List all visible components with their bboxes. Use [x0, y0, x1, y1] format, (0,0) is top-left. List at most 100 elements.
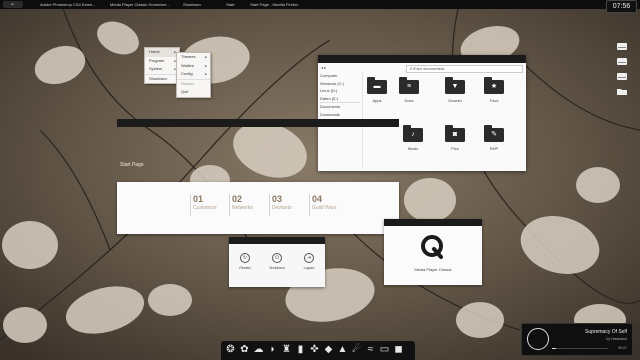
dock-app-icon[interactable]: ◼ — [393, 344, 404, 355]
tile-number: 02 — [232, 194, 243, 204]
explorer-sidebar: Computer Windows (C:) Linux (D:) Daten (… — [320, 72, 360, 118]
desktop-drive-icon[interactable] — [616, 38, 628, 50]
window-titlebar[interactable] — [318, 55, 526, 63]
dock-app-icon[interactable]: ≈ — [365, 344, 376, 355]
task-firefox[interactable]: Start Page - Mozilla Firefox — [250, 1, 320, 8]
sidebar-item-daten[interactable]: Daten (E:) — [320, 95, 360, 103]
menu-item-shutdown[interactable]: Shutdown — [145, 73, 179, 84]
task-start[interactable]: Start — [226, 1, 246, 8]
menu-item-program[interactable]: Program▸ — [145, 57, 179, 66]
tile-label: Deviants — [272, 205, 292, 211]
sidebar-item-windows[interactable]: Windows (C:) — [320, 80, 360, 88]
menu-item-reload[interactable]: Reload — [177, 78, 210, 89]
menu-item-home[interactable]: Home▸ — [145, 48, 179, 57]
tile-networks[interactable]: 02 Networks — [229, 194, 253, 216]
logout-icon: ⇥ — [304, 253, 314, 263]
progress-bar[interactable] — [552, 348, 608, 349]
window-titlebar[interactable] — [229, 237, 325, 244]
sidebar-item-downloads[interactable]: Downloads — [320, 111, 360, 119]
folder-label: Pics — [451, 146, 459, 151]
shutdown-button[interactable]: ⏻ Shutdown — [265, 253, 289, 270]
sidebar-item-linux[interactable]: Linux (D:) — [320, 87, 360, 95]
folder-label: Docs — [404, 98, 414, 103]
folder-icon: ≡ — [399, 77, 419, 94]
menu-item-quit[interactable]: Quit — [177, 88, 210, 97]
folder-pics[interactable]: ◙ Pics — [442, 125, 468, 158]
restart-button[interactable]: ↻ Restart — [233, 253, 257, 270]
task-media-player[interactable]: Media Player Classic Homecine... — [110, 1, 180, 8]
address-bar[interactable]: E:\Paux documents\ar — [406, 65, 523, 73]
dock-app-icon[interactable]: ❂ — [225, 344, 236, 355]
progress-fill — [552, 348, 557, 349]
folder-icon: ✎ — [484, 125, 504, 142]
restart-icon: ↻ — [240, 253, 250, 263]
chevron-right-icon: ▸ — [205, 63, 207, 68]
media-player-logo-icon[interactable] — [420, 235, 444, 259]
folder-apps[interactable]: ▬ Apps — [364, 77, 390, 110]
chevron-right-icon: ▸ — [205, 72, 207, 76]
tile-customize[interactable]: 01 Customize — [190, 194, 217, 216]
tile-label: Networks — [232, 205, 253, 211]
dock-app-icon[interactable]: ✿ — [239, 344, 250, 355]
start-page-titlebar[interactable] — [117, 119, 399, 127]
dock-app-icon[interactable]: ◗ — [267, 344, 278, 355]
folder-icon: ▬ — [367, 77, 387, 94]
dock-app-icon[interactable]: ✜ — [309, 344, 320, 355]
start-page-panel: 01 Customize 02 Networks 03 Deviants 04 … — [117, 182, 399, 234]
desktop-drive-icon[interactable] — [616, 53, 628, 65]
folder-favs[interactable]: ★ Favs — [481, 77, 507, 110]
dock-app-icon[interactable]: ▭ — [379, 344, 390, 355]
tile-number: 01 — [193, 194, 204, 204]
song-title: Supremacy Of Self — [585, 329, 627, 335]
menu-item-themes[interactable]: Themes ▸ — [177, 53, 210, 62]
start-button[interactable]: ⌄ — [3, 1, 23, 8]
logout-button[interactable]: ⇥ Logout — [297, 253, 321, 270]
folder-icon: ★ — [484, 77, 504, 94]
folder-downloads[interactable]: ▼ Downlo — [442, 77, 468, 110]
folder-icon: ◙ — [445, 125, 465, 142]
media-player-window: Media Player Classic — [384, 219, 482, 285]
start-page-label: Start Page — [120, 162, 144, 168]
folder-icon: ▼ — [445, 77, 465, 94]
folder-label: Downlo — [448, 98, 462, 103]
desktop-folder-icon[interactable] — [616, 83, 628, 95]
folder-docs[interactable]: ≡ Docs — [396, 77, 422, 110]
dock-app-icon[interactable]: ▮ — [295, 344, 306, 355]
shutdown-window: ↻ Restart ⏻ Shutdown ⇥ Logout — [229, 237, 325, 287]
button-label: Restart — [239, 266, 251, 270]
tile-guild-wars[interactable]: 04 Guild Wars — [309, 194, 337, 216]
sidebar-item-computer[interactable]: Computer — [320, 72, 360, 80]
tile-number: 04 — [312, 194, 323, 204]
tile-label: Customize — [193, 205, 217, 211]
sub-menu: Themes ▸ Wallies ▸ Config ▸ Reload Quit — [176, 52, 211, 98]
dock-app-icon[interactable]: ◆ — [323, 344, 334, 355]
sidebar-item-documents[interactable]: Documents — [320, 102, 360, 111]
task-shutdown[interactable]: Shutdown — [183, 1, 223, 8]
file-explorer-window: ◂ ▸ E:\Paux documents\ar Computer Window… — [318, 55, 526, 171]
clock: 07:56 — [606, 0, 637, 13]
task-photoshop[interactable]: Adobe Photoshop CS4 Exten... — [40, 1, 106, 8]
dock-app-icon[interactable]: ☄ — [351, 344, 362, 355]
taskbar: ⌄ Adobe Photoshop CS4 Exten... Media Pla… — [0, 0, 640, 13]
desktop-wallpaper — [0, 0, 640, 360]
dock-app-icon[interactable]: ☁ — [253, 344, 264, 355]
folder-music[interactable]: ♪ Music — [400, 125, 426, 158]
folder-rhp[interactable]: ✎ RHP — [481, 125, 507, 158]
folder-label: RHP — [489, 146, 499, 151]
song-time: 00:07 — [618, 346, 627, 350]
media-player-label: Media Player Classic — [414, 267, 452, 272]
chevron-right-icon: ▸ — [205, 55, 207, 59]
music-widget: Supremacy Of Self by Hawkwind 00:07 — [521, 323, 633, 356]
window-titlebar[interactable] — [384, 219, 482, 226]
button-label: Logout — [303, 266, 315, 270]
chevron-down-icon: ⌄ — [10, 1, 16, 7]
nav-buttons[interactable]: ◂ ▸ — [321, 65, 326, 70]
tile-deviants[interactable]: 03 Deviants — [269, 194, 291, 216]
menu-item-system[interactable]: System▸ — [145, 65, 179, 74]
dock-app-icon[interactable]: ▲ — [337, 344, 348, 355]
menu-item-wallies[interactable]: Wallies ▸ — [177, 62, 210, 71]
menu-item-config[interactable]: Config ▸ — [177, 70, 210, 79]
button-label: Shutdown — [269, 266, 285, 270]
desktop-drive-icon[interactable] — [616, 68, 628, 80]
dock-app-icon[interactable]: ♜ — [281, 344, 292, 355]
